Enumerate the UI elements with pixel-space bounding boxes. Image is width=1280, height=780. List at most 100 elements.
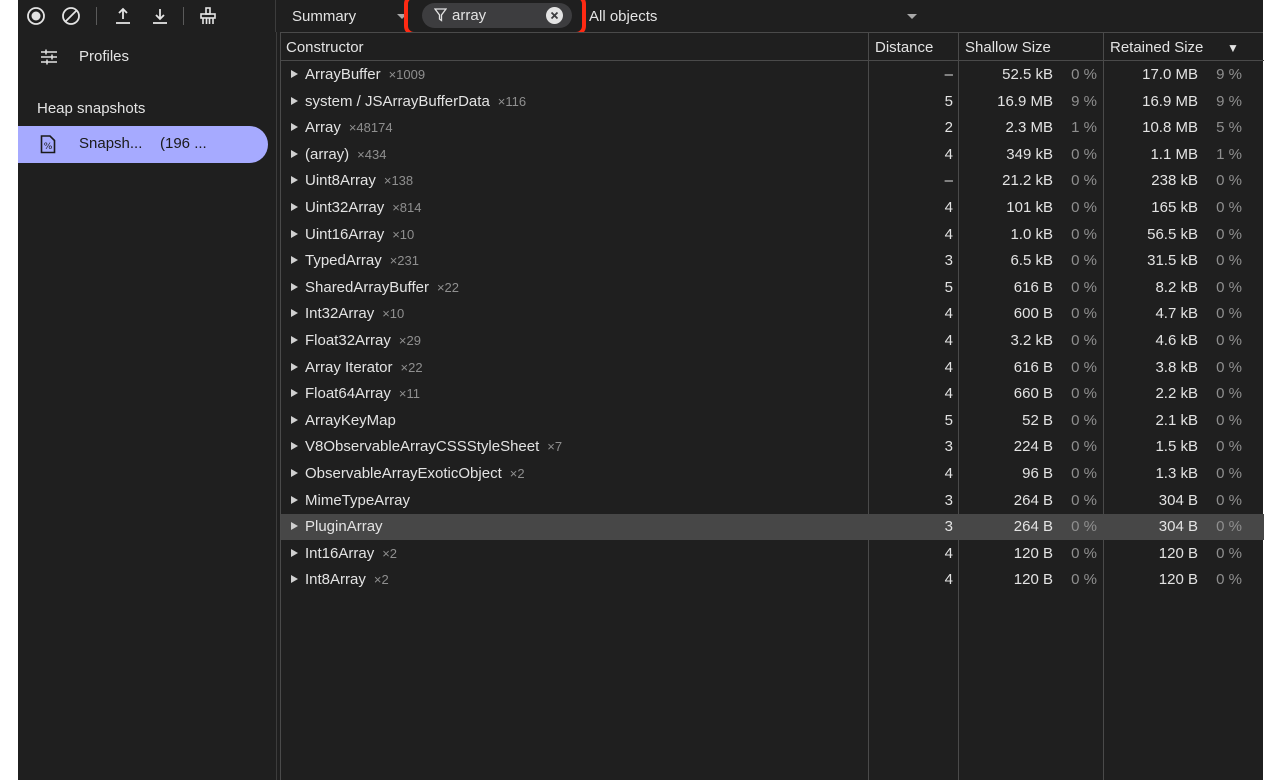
table-row[interactable]: Uint16Array ×10 4 1.0 kB 0 % 56.5 kB 0 % <box>281 222 1264 248</box>
expand-triangle-icon[interactable] <box>291 415 298 424</box>
table-row[interactable]: ArrayBuffer ×1009 – 52.5 kB 0 % 17.0 MB 9 % <box>281 62 1264 88</box>
expand-triangle-icon[interactable] <box>291 149 298 158</box>
retained-size-percent: 0 % <box>1216 225 1242 243</box>
table-row[interactable]: Uint8Array ×138 – 21.2 kB 0 % 238 kB 0 % <box>281 168 1264 194</box>
distance-cell: 2 <box>944 119 953 137</box>
retained-size-percent: 0 % <box>1216 411 1242 429</box>
retained-size-percent: 5 % <box>1216 119 1242 137</box>
expand-triangle-icon[interactable] <box>291 282 298 291</box>
shallow-size-value: 96 B <box>1022 465 1053 482</box>
class-filter[interactable] <box>422 3 572 28</box>
shallow-size-value: 600 B <box>1013 305 1053 323</box>
table-row[interactable]: ArrayKeyMap 5 52 B 0 % 2.1 kB 0 % <box>281 408 1264 434</box>
retained-size-percent: 0 % <box>1216 571 1242 589</box>
table-row[interactable]: V8ObservableArrayCSSStyleSheet ×7 3 224 B 0 … <box>281 434 1264 460</box>
table-row[interactable]: Uint32Array ×814 4 101 kB 0 % 165 kB 0 % <box>281 195 1264 221</box>
expand-triangle-icon[interactable] <box>291 495 298 504</box>
table-row[interactable]: Array Iterator ×22 4 616 B 0 % 3.8 kB 0 % <box>281 355 1264 381</box>
distance-cell: 5 <box>944 278 953 296</box>
expand-triangle-icon[interactable] <box>291 96 298 105</box>
snapshot-item[interactable]: % Snapsh... (196 ... <box>18 126 268 163</box>
clear-icon[interactable] <box>59 4 83 28</box>
table-row[interactable]: system / JSArrayBufferData ×116 5 16.9 MB 9 … <box>281 89 1264 115</box>
retained-size-percent: 0 % <box>1216 199 1242 216</box>
distance-cell: – <box>944 172 953 190</box>
table-row[interactable]: SharedArrayBuffer ×22 5 616 B 0 % 8.2 kB 0 % <box>281 275 1264 301</box>
shallow-size-percent: 0 % <box>1071 199 1097 216</box>
shallow-size-percent: 0 % <box>1071 518 1097 536</box>
toolbar-actions <box>18 0 276 32</box>
garbage-collect-icon[interactable] <box>196 4 220 28</box>
expand-triangle-icon[interactable] <box>291 389 298 398</box>
retained-size-value: 2.2 kB <box>1155 385 1198 403</box>
table-row[interactable]: MimeTypeArray 3 264 B 0 % 304 B 0 % <box>281 488 1264 514</box>
retained-size-percent: 1 % <box>1216 145 1242 163</box>
table-row[interactable]: TypedArray ×231 3 6.5 kB 0 % 31.5 kB 0 % <box>281 248 1264 274</box>
expand-triangle-icon[interactable] <box>291 309 298 318</box>
shallow-size-percent: 0 % <box>1071 571 1097 589</box>
table-row[interactable]: (array) ×434 4 349 kB 0 % 1.1 MB 1 % <box>281 142 1264 168</box>
retained-size-percent: 0 % <box>1216 252 1242 270</box>
table-row[interactable]: Array ×48174 2 2.3 MB 1 % 10.8 MB 5 % <box>281 115 1264 141</box>
constructor-cell: (array) ×434 <box>291 146 386 163</box>
expand-triangle-icon[interactable] <box>291 176 298 185</box>
expand-triangle-icon[interactable] <box>291 575 298 584</box>
shallow-size-percent: 0 % <box>1071 145 1097 163</box>
table-row[interactable]: Float64Array ×11 4 660 B 0 % 2.2 kB 0 % <box>281 381 1264 407</box>
column-header-constructor[interactable]: Constructor <box>286 39 364 56</box>
snapshot-file-icon: % <box>40 135 56 158</box>
instance-count: ×48174 <box>348 120 393 136</box>
constructor-name: Uint8Array <box>305 172 376 190</box>
column-header-distance[interactable]: Distance <box>875 39 933 56</box>
table-row[interactable]: ObservableArrayExoticObject ×2 4 96 B 0 % 1.3… <box>281 461 1264 487</box>
sidebar: Profiles Heap snapshots % Snapsh... (196… <box>18 32 277 780</box>
objects-select[interactable]: All objects <box>589 3 919 29</box>
table-row[interactable]: PluginArray 3 264 B 0 % 304 B 0 % <box>281 514 1264 541</box>
expand-triangle-icon[interactable] <box>291 362 298 371</box>
retained-size-value: 1.3 kB <box>1155 465 1198 482</box>
expand-triangle-icon[interactable] <box>291 203 298 211</box>
filter-input[interactable] <box>452 6 537 25</box>
expand-triangle-icon[interactable] <box>291 469 298 477</box>
instance-count: ×2 <box>373 572 389 588</box>
expand-triangle-icon[interactable] <box>291 70 298 78</box>
distance-cell: 5 <box>944 411 953 429</box>
expand-triangle-icon[interactable] <box>291 442 298 451</box>
instance-count: ×814 <box>392 200 422 215</box>
table-row[interactable]: Int32Array ×10 4 600 B 0 % 4.7 kB 0 % <box>281 301 1264 327</box>
distance-cell: 4 <box>944 358 953 376</box>
expand-triangle-icon[interactable] <box>291 548 298 557</box>
clear-filter-icon[interactable] <box>546 7 563 24</box>
download-icon[interactable] <box>148 4 172 28</box>
shallow-size-value: 660 B <box>1013 385 1053 403</box>
instance-count: ×7 <box>547 439 563 455</box>
retained-size-value: 238 kB <box>1151 172 1198 190</box>
retained-size-value: 10.8 MB <box>1142 119 1198 137</box>
column-header-retained-size[interactable]: Retained Size <box>1110 39 1203 56</box>
profiles-item[interactable]: Profiles <box>18 42 276 72</box>
distance-cell: 4 <box>944 465 953 482</box>
shallow-size-value: 52 B <box>1022 411 1053 429</box>
table-row[interactable]: Int16Array ×2 4 120 B 0 % 120 B 0 % <box>281 541 1264 567</box>
column-header-shallow-size[interactable]: Shallow Size <box>965 39 1051 56</box>
expand-triangle-icon[interactable] <box>291 229 298 238</box>
retained-size-value: 17.0 MB <box>1142 66 1198 83</box>
table-row[interactable]: Int8Array ×2 4 120 B 0 % 120 B 0 % <box>281 567 1264 593</box>
constructor-cell: Int16Array ×2 <box>291 545 397 562</box>
view-select[interactable]: Summary <box>292 3 412 29</box>
constructor-name: Uint16Array <box>305 225 385 243</box>
retained-size-value: 4.7 kB <box>1155 305 1198 323</box>
record-icon[interactable] <box>24 4 48 28</box>
shallow-size-value: 101 kB <box>1006 199 1053 216</box>
table-row[interactable]: Float32Array ×29 4 3.2 kB 0 % 4.6 kB 0 % <box>281 328 1264 354</box>
upload-icon[interactable] <box>111 4 135 28</box>
shallow-size-value: 52.5 kB <box>1002 66 1053 83</box>
constructor-name: Float64Array <box>305 385 391 403</box>
shallow-size-value: 1.0 kB <box>1010 225 1053 243</box>
retained-size-percent: 0 % <box>1216 438 1242 456</box>
expand-triangle-icon[interactable] <box>291 123 298 132</box>
expand-triangle-icon[interactable] <box>291 336 298 344</box>
distance-cell: 4 <box>944 145 953 163</box>
expand-triangle-icon[interactable] <box>291 256 298 265</box>
expand-triangle-icon[interactable] <box>291 522 298 531</box>
